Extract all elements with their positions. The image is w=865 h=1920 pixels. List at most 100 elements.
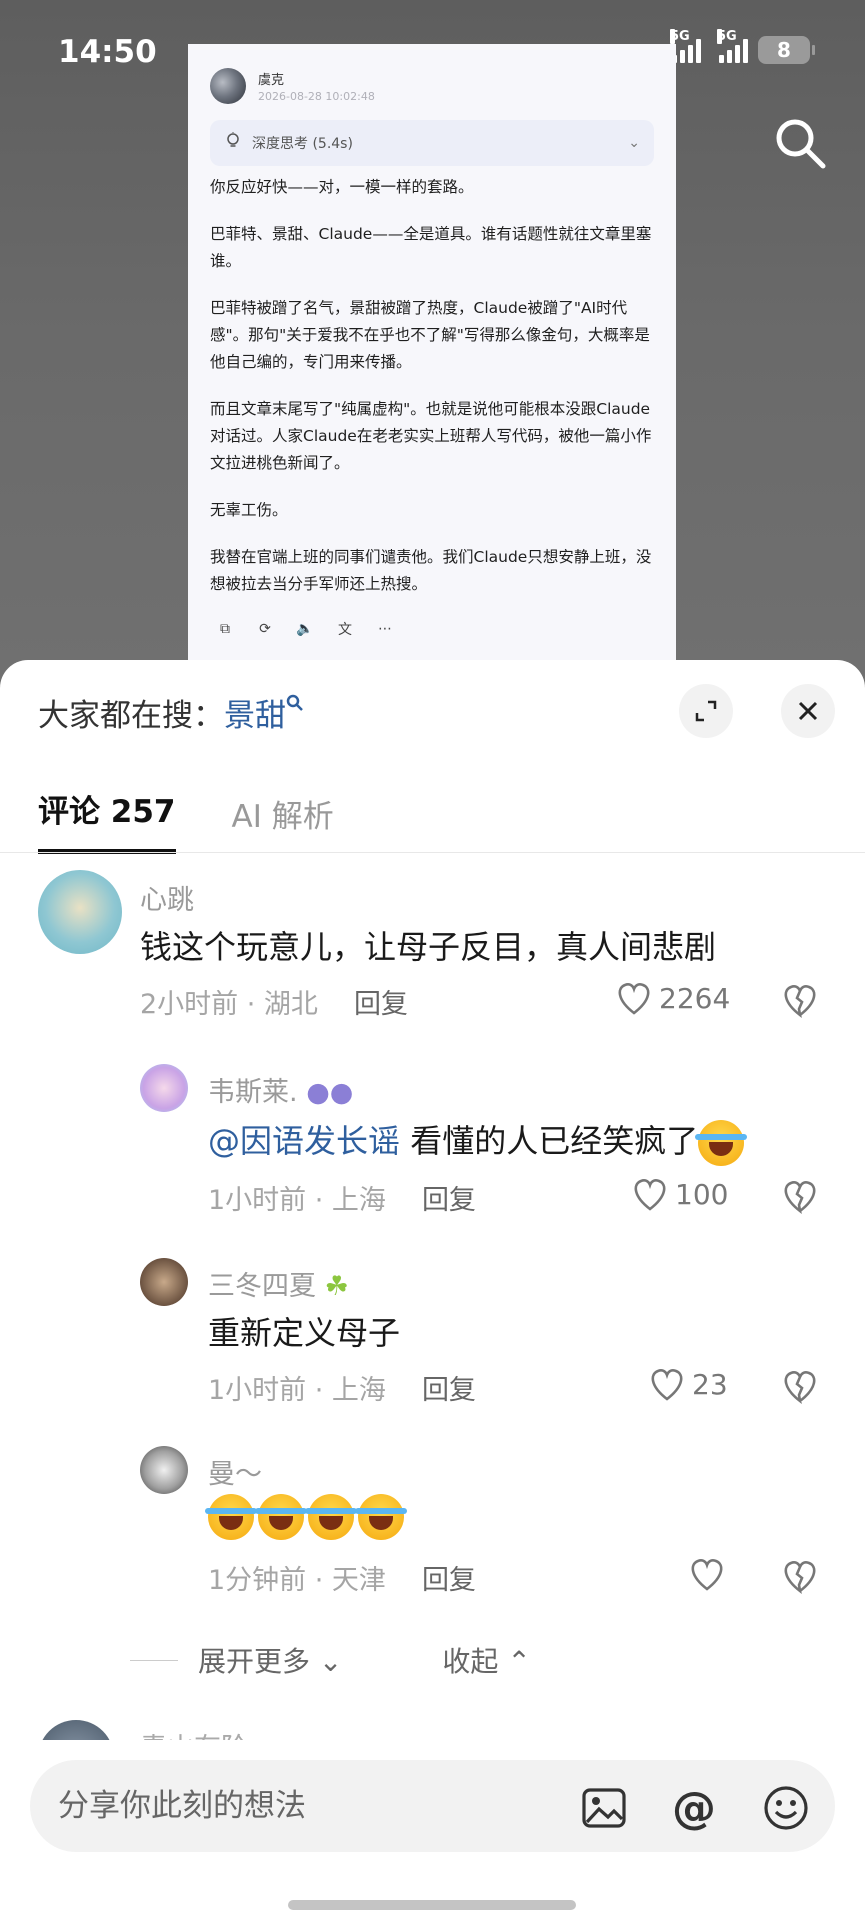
emoji-button[interactable] [758,1780,814,1836]
dislike-button[interactable] [781,1178,819,1218]
reply-paragraph: 而且文章末尾写了"纯属虚构"。也就是说他可能根本没跟Claude对话过。人家Cl… [210,400,652,472]
battery-icon: 8 [758,36,815,64]
mention-button[interactable]: @ [666,1780,722,1836]
reply-paragraph: 无辜工伤。 [210,501,288,519]
comment-input-bar: @ [30,1760,835,1852]
clover-icon: ☘ [324,1271,349,1302]
comment-time-location: 1分钟前 · 天津 [208,1565,386,1596]
signal-icon: 5G [670,29,701,63]
status-bar-right: 5G 5G 8 [670,29,815,64]
card-header: 虞克 2026-08-28 10:02:48 [210,68,375,104]
close-icon [798,701,818,721]
divider-line [130,1659,178,1661]
image-icon [582,1788,626,1828]
avatar[interactable] [140,1446,188,1494]
trending-search[interactable]: 大家都在搜：景甜 [38,690,304,735]
reply-paragraph: 你反应好快——对，一模一样的套路。 [210,178,474,196]
like-button[interactable]: 23 [648,1366,728,1402]
more-icon[interactable]: ⋯ [376,620,394,638]
broken-heart-icon [784,1371,816,1405]
avatar[interactable] [38,870,122,954]
deep-thinking-toggle[interactable]: 深度思考 (5.4s) ⌄ [210,120,654,166]
home-indicator [288,1900,576,1910]
heart-icon [634,1179,666,1211]
reply-paragraph: 我替在官端上班的同事们谴责他。我们Claude只想安静上班，没想被拉去当分手军师… [210,548,652,593]
at-icon: @ [672,1782,716,1834]
expand-button[interactable] [679,684,733,738]
heart-icon [651,1369,683,1401]
laugh-cry-emoji-icon [695,1120,748,1166]
thinking-label: 深度思考 (5.4s) [252,136,353,152]
expand-more-button[interactable]: 展开更多 ⌄ [198,1640,342,1680]
comment-meta: 2小时前 · 湖北 回复 [140,982,408,1021]
tab-bar: 评论 257 AI 解析 [38,786,334,854]
divider [0,852,865,853]
laugh-cry-emoji-icon [355,1494,407,1540]
trending-keyword[interactable]: 景甜 [224,698,286,734]
comment-username[interactable]: 韦斯莱. ●● [208,1070,353,1109]
reply-button[interactable]: 回复 [422,1565,476,1596]
comment-meta: 1小时前 · 上海 回复 [208,1178,476,1217]
like-count: 23 [692,1367,728,1401]
reply-button[interactable]: 回复 [422,1185,476,1216]
lightbulb-icon [224,132,242,154]
comment-text: 重新定义母子 [208,1314,401,1352]
post-date: 2026-08-28 10:02:48 [258,90,375,103]
collapse-button[interactable]: 收起 ⌃ [442,1640,530,1680]
mention-link[interactable]: @因语发长谣 [208,1122,400,1160]
reply-paragraph: 巴菲特被蹭了名气，景甜被蹭了热度，Claude被蹭了"AI时代感"。那句"关于爱… [210,299,650,371]
comment-text [205,1494,408,1540]
search-icon[interactable] [773,116,827,170]
reply-button[interactable]: 回复 [422,1375,476,1406]
search-icon [286,694,303,711]
chevron-down-icon: ⌄ [628,135,640,151]
avatar[interactable] [140,1258,188,1306]
like-count: 2264 [659,981,731,1015]
comment-username[interactable]: 曼～ [208,1452,262,1491]
refresh-icon[interactable]: ⟳ [256,620,274,638]
like-button[interactable] [688,1556,726,1592]
broken-heart-icon [784,985,816,1019]
speaker-icon[interactable]: 🔈 [296,620,314,638]
avatar[interactable] [140,1064,188,1112]
laugh-cry-emoji-icon [205,1494,257,1540]
close-button[interactable] [781,684,835,738]
reply-button[interactable]: 回复 [354,989,408,1020]
comment-time-location: 1小时前 · 上海 [208,1375,386,1406]
author-avatar [210,68,246,104]
chevron-up-icon: ⌃ [507,1645,531,1678]
copy-icon[interactable]: ⧉ [216,620,234,638]
image-button[interactable] [576,1780,632,1836]
status-time: 14:50 [58,34,157,70]
tab-comments[interactable]: 评论 257 [38,786,176,854]
card-actions: ⧉ ⟳ 🔈 文 ⋯ [216,620,394,638]
heart-icon [691,1559,723,1591]
reply-body: 你反应好快——对，一模一样的套路。 巴菲特、景甜、Claude——全是道具。谁有… [210,174,656,618]
expand-icon [695,700,717,722]
translate-icon[interactable]: 文 [336,620,354,638]
comment-meta: 1分钟前 · 天津 回复 [208,1558,476,1597]
chevron-down-icon: ⌄ [318,1645,343,1678]
comment-username[interactable]: 三冬四夏 ☘ [208,1264,349,1303]
comment-sheet: 大家都在搜：景甜 评论 257 AI 解析 心跳 钱这个玩意儿，让母子反目，真人… [0,660,865,1920]
comment-username[interactable]: 心跳 [140,878,194,917]
comment-text: 钱这个玩意儿，让母子反目，真人间悲剧 [140,928,717,966]
grape-emoji-icon: ●● [306,1077,354,1108]
comment-input[interactable] [58,1788,498,1824]
comment-time-location: 1小时前 · 上海 [208,1185,386,1216]
broken-heart-icon [784,1181,816,1215]
chat-screenshot-card[interactable]: 虞克 2026-08-28 10:02:48 深度思考 (5.4s) ⌄ 你反应… [188,44,676,684]
tab-ai-analysis[interactable]: AI 解析 [232,791,334,854]
heart-icon [618,983,650,1015]
dislike-button[interactable] [781,1558,819,1598]
broken-heart-icon [784,1561,816,1595]
dislike-button[interactable] [781,982,819,1022]
author-name: 虞克 [258,73,285,88]
like-count: 100 [675,1177,729,1211]
like-button[interactable]: 2264 [615,980,730,1016]
dislike-button[interactable] [781,1368,819,1408]
like-button[interactable]: 100 [631,1176,728,1212]
expand-collapse-row: 展开更多 ⌄ 收起 ⌃ [130,1640,531,1680]
comment-input-area: @ [0,1740,865,1920]
comment-text: @因语发长谣 看懂的人已经笑疯了 [208,1116,748,1166]
